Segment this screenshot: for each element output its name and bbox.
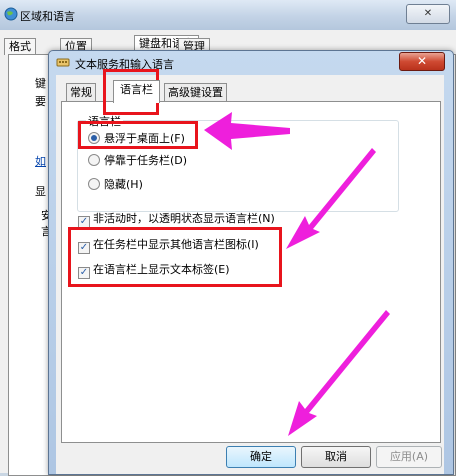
radio-button[interactable] xyxy=(88,178,100,190)
outer-titlebar: 区域和语言 ✕ xyxy=(0,0,456,30)
outer-peek-text: 键 xyxy=(35,77,46,90)
outer-peek-text: 要 xyxy=(35,95,46,108)
dialog-close-button[interactable]: ✕ xyxy=(399,52,445,71)
radio-label: 停靠于任务栏(D) xyxy=(104,154,188,167)
radio-label: 隐藏(H) xyxy=(104,178,143,191)
highlight-taskbar-checkboxes xyxy=(68,227,282,287)
ok-button[interactable]: 确定 xyxy=(226,446,296,468)
radio-hidden[interactable]: 隐藏(H) xyxy=(88,176,143,192)
outer-close-button[interactable]: ✕ xyxy=(406,4,450,24)
highlight-float-option xyxy=(78,121,198,149)
radio-button[interactable] xyxy=(88,154,100,166)
checkbox-label: 非活动时，以透明状态显示语言栏(N) xyxy=(93,212,275,225)
keyboard-icon xyxy=(56,58,70,67)
outer-tab-format[interactable]: 格式 xyxy=(4,38,36,55)
outer-peek-link[interactable]: 如 xyxy=(35,153,46,169)
apply-button[interactable]: 应用(A) xyxy=(376,446,442,468)
tab-language-bar[interactable]: 语言栏 xyxy=(113,80,160,103)
tab-general[interactable]: 常规 xyxy=(66,83,96,102)
radio-dock-in-taskbar[interactable]: 停靠于任务栏(D) xyxy=(88,152,187,168)
globe-icon xyxy=(4,7,18,21)
outer-window-title: 区域和语言 xyxy=(20,10,75,23)
cancel-button[interactable]: 取消 xyxy=(301,446,371,468)
checkbox-transparent-when-inactive[interactable]: ✓ 非活动时，以透明状态显示语言栏(N) xyxy=(78,210,275,228)
outer-peek-text: 显 xyxy=(35,185,46,198)
tab-advanced-key-settings[interactable]: 高级键设置 xyxy=(164,83,227,102)
